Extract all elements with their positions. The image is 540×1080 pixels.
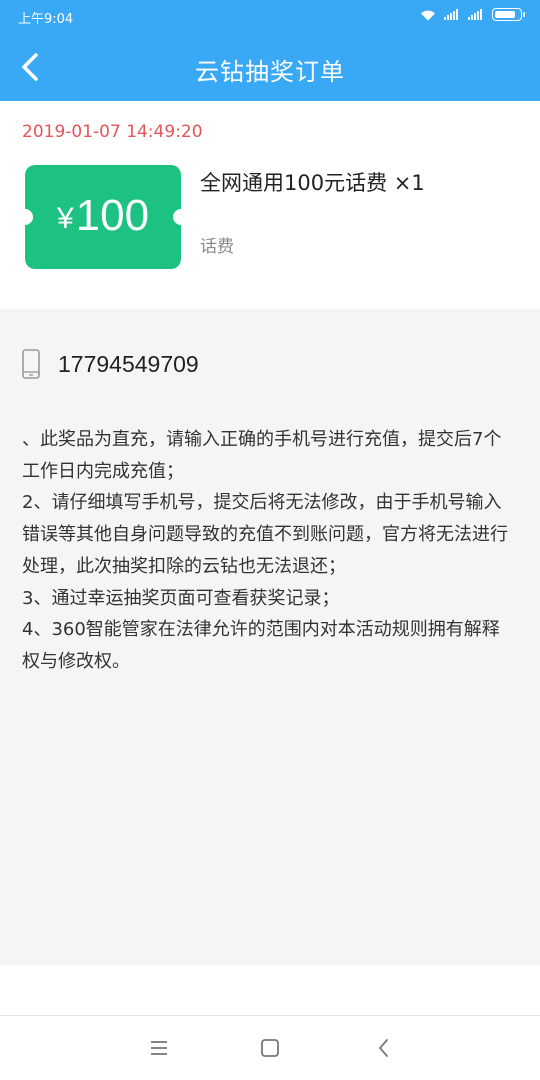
product-name: 全网通用100元话费 ×1 — [200, 171, 425, 195]
phone-icon — [22, 349, 40, 379]
rule-item: 2、请仔细填写手机号，提交后将无法修改，由于手机号输入错误等其他自身问题导致的充… — [22, 492, 508, 577]
rule-item: 3、通过幸运抽奖页面可查看获奖记录； — [22, 587, 340, 609]
coupon-amount: ¥100 — [25, 191, 181, 244]
product-type: 话费 — [200, 237, 234, 257]
phone-row: 17794549709 — [22, 349, 199, 379]
rule-item: 、此奖品为直充，请输入正确的手机号进行充值，提交后7个工作日内完成充值； — [22, 429, 502, 482]
status-time: 上午9:04 — [18, 12, 74, 27]
home-icon[interactable] — [258, 1036, 282, 1060]
recharge-info: 17794549709 、此奖品为直充，请输入正确的手机号进行充值，提交后7个工… — [0, 309, 540, 965]
footer-spacer — [0, 965, 540, 1015]
order-time: 2019-01-07 14:49:20 — [22, 122, 203, 142]
battery-icon — [492, 8, 525, 21]
coupon-value: 100 — [75, 191, 150, 240]
currency-symbol: ¥ — [56, 202, 74, 235]
phone-number: 17794549709 — [58, 350, 199, 377]
signal-icon — [468, 9, 484, 20]
status-icons — [420, 8, 525, 21]
rules-text: 、此奖品为直充，请输入正确的手机号进行充值，提交后7个工作日内完成充值； 2、请… — [22, 424, 514, 678]
system-nav-bar — [0, 1015, 540, 1080]
signal-icon — [444, 9, 460, 20]
page-title: 云钻抽奖订单 — [195, 58, 345, 86]
coupon-card: ¥100 — [17, 165, 189, 269]
menu-icon[interactable] — [147, 1036, 171, 1060]
order-card: 2019-01-07 14:49:20 ¥100 全网通用100元话费 ×1 话… — [0, 101, 540, 309]
wifi-icon — [421, 10, 435, 20]
back-icon[interactable] — [372, 1036, 396, 1060]
status-bar: 上午9:04 — [0, 0, 540, 33]
rule-item: 4、360智能管家在法律允许的范围内对本活动规则拥有解释权与修改权。 — [22, 619, 500, 672]
nav-bar: 云钻抽奖订单 — [0, 33, 540, 101]
